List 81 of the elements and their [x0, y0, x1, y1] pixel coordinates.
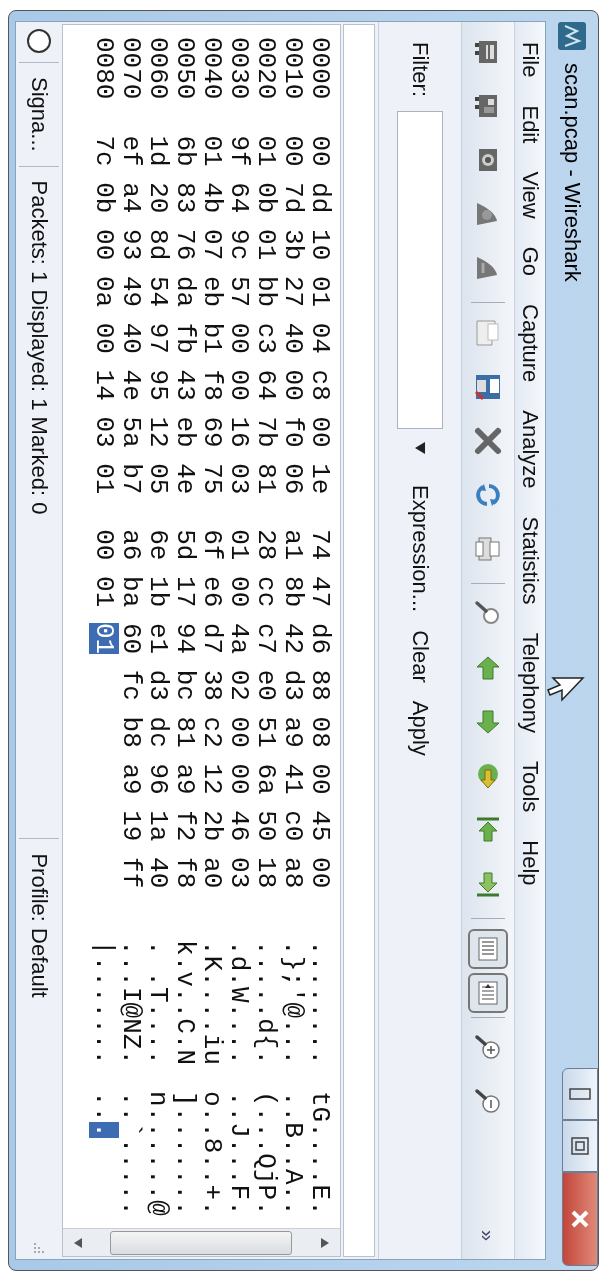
printer-icon — [473, 534, 503, 564]
menu-item[interactable]: Telephony — [517, 632, 543, 733]
menu-item[interactable]: Help — [517, 840, 543, 886]
filter-button[interactable]: Apply — [407, 700, 433, 756]
ascii-text: ..B..A.. — [279, 1090, 306, 1216]
dropdown-caret-icon[interactable] — [414, 441, 426, 455]
hex-bytes: 7c 0b 00 0a 00 14 03 01 — [90, 135, 117, 495]
hex-bytes: 6e 1b e1 d3 dc 96 1a 40 — [144, 529, 171, 889]
ascii-text: .....d{. — [252, 940, 279, 1065]
ascii-text: ... — [90, 1090, 117, 1138]
minimize-icon — [569, 1088, 591, 1100]
hex-offset: 0030 — [225, 37, 252, 100]
close-icon — [570, 1209, 590, 1229]
status-text: Profile: Default — [19, 838, 59, 1012]
hex-offset: 0040 — [198, 37, 225, 100]
hex-bytes: 6f e6 d7 38 c2 12 2b a0 — [198, 529, 225, 889]
maximize-button[interactable] — [562, 1120, 598, 1172]
menu-item[interactable]: Go — [517, 246, 543, 277]
ascii-text: ...I@NZ. — [117, 940, 144, 1065]
minimize-button[interactable] — [562, 1068, 598, 1120]
menu-item[interactable]: Tools — [517, 760, 543, 813]
hex-offset: 0000 — [306, 37, 333, 100]
hex-offset: 0020 — [252, 37, 279, 100]
hex-bytes: 6b 83 76 da fb 43 eb 4e — [171, 135, 198, 495]
filter-label: Filter: — [407, 42, 433, 97]
scrollbar[interactable] — [63, 1228, 340, 1256]
ascii-text: ..J...F. — [225, 1090, 252, 1216]
status-text: Signa... — [19, 62, 59, 166]
ascii-text: . .T.... — [144, 940, 171, 1065]
hex-bytes: 00 01 01 — [90, 529, 117, 657]
hex-offset: 0080 — [90, 37, 117, 100]
scroll-thumb[interactable] — [110, 1230, 293, 1255]
menu-item[interactable]: File — [517, 42, 543, 78]
hex-bytes: 9f 64 9c 57 00 00 16 03 — [225, 135, 252, 495]
hex-bytes: 1d 20 8d 54 97 95 12 05 — [144, 135, 171, 495]
hex-bytes: a1 8b 42 d3 a9 41 c0 a8 — [279, 529, 306, 889]
menu-item[interactable]: Statistics — [517, 516, 543, 605]
hex-bytes: 00 dd 10 01 04 c8 00 1e — [306, 135, 333, 495]
app-icon — [557, 21, 587, 51]
ascii-text: ..`..... — [117, 1090, 144, 1216]
ascii-text: o..8..+. — [198, 1090, 225, 1216]
status-circle-icon — [26, 28, 52, 54]
hex-bytes: ef a4 93 49 40 4e 5a b7 — [117, 135, 144, 495]
hex-bytes: 01 4b 07 eb b1 f8 69 75 — [198, 135, 225, 495]
ascii-text: ]....... — [171, 1090, 198, 1216]
ascii-text: k.v..C.N — [171, 940, 198, 1065]
menu-item[interactable]: Analyze — [517, 410, 543, 489]
ascii-text: .K....iu — [198, 940, 225, 1065]
list-button[interactable] — [468, 973, 508, 1013]
ascii-text: .};'@... — [279, 940, 306, 1065]
hex-offset: 0060 — [144, 37, 171, 100]
maximize-icon — [571, 1137, 589, 1155]
hex-bytes: a6 ba 60 fc b8 a9 19 ff — [117, 529, 144, 889]
filter-field[interactable] — [397, 111, 443, 429]
hex-bytes: 01 00 4a 02 00 00 46 03 — [225, 529, 252, 889]
window-title: scan.pcap - Wireshark — [559, 63, 585, 282]
list-button[interactable] — [468, 929, 508, 969]
filter-button[interactable]: Expression... — [407, 485, 433, 613]
status-text: Packets: 1 Displayed: 1 Marked: 0 — [19, 165, 59, 529]
ascii-text: tG....E. — [306, 1090, 333, 1216]
ascii-text: ........ — [306, 940, 333, 1065]
filter-button[interactable]: Clear — [407, 630, 433, 683]
menu-item[interactable]: View — [517, 171, 543, 219]
resize-grip-icon — [32, 1241, 46, 1255]
menu-item[interactable]: Edit — [517, 105, 543, 144]
hex-bytes: 00 7d 3b 27 40 00 f0 06 — [279, 135, 306, 495]
hex-offset: 0010 — [279, 37, 306, 100]
ascii-text: .d.W.... — [225, 940, 252, 1065]
hex-bytes: 01 0b 01 bb c3 64 7b 81 — [252, 135, 279, 495]
hex-bytes: 28 cc c7 e0 51 6a 50 18 — [252, 529, 279, 889]
ascii-text: (...QjP. — [252, 1090, 279, 1216]
close-icon — [473, 426, 503, 456]
hex-bytes: 74 47 d6 88 08 00 45 00 — [306, 529, 333, 889]
ascii-text: |....... — [90, 940, 117, 1065]
ascii-text: n......@ — [144, 1090, 171, 1216]
hex-bytes: 5d 17 94 bc 81 a9 f2 f8 — [171, 529, 198, 889]
hex-offset: 0050 — [171, 37, 198, 100]
menu-item[interactable]: Capture — [517, 304, 543, 383]
more-tools-button[interactable]: » — [476, 1229, 500, 1241]
hex-offset: 0070 — [117, 37, 144, 100]
close-button[interactable] — [562, 1172, 598, 1266]
